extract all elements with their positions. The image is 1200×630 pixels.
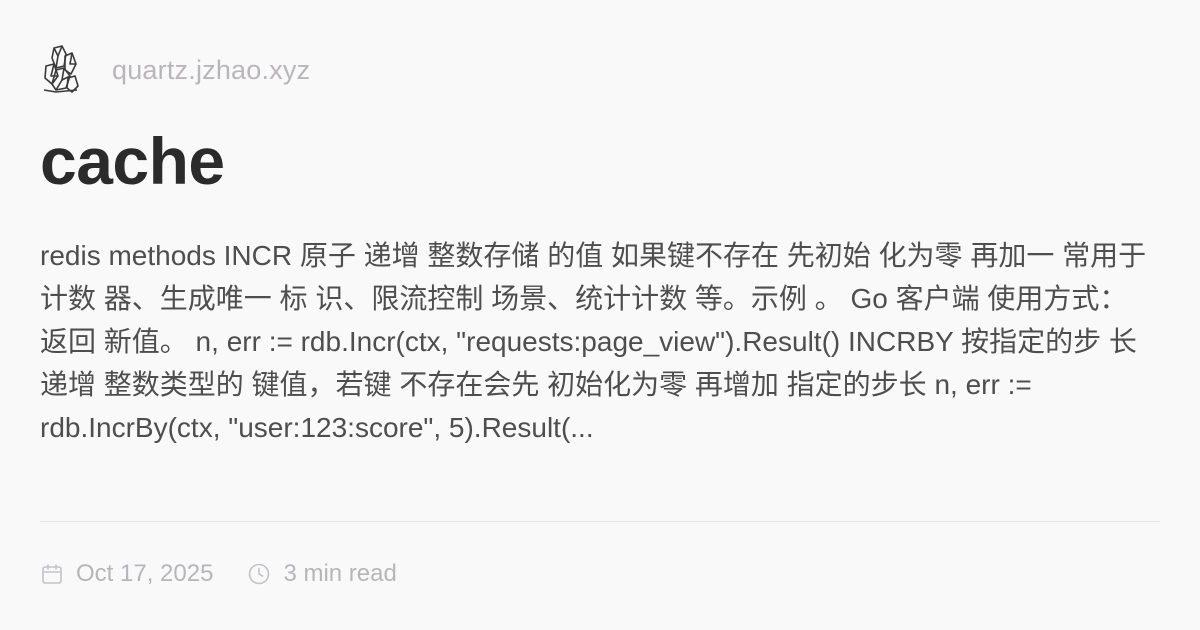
site-header: quartz.jzhao.xyz (40, 40, 310, 100)
published-date: Oct 17, 2025 (40, 560, 213, 588)
page-title: cache (40, 124, 225, 198)
site-domain[interactable]: quartz.jzhao.xyz (112, 55, 310, 86)
reading-time: 3 min read (247, 560, 397, 588)
clock-icon (247, 561, 273, 587)
reading-time-text: 3 min read (283, 560, 397, 587)
divider (40, 521, 1160, 522)
page-excerpt: redis methods INCR 原子 递增 整数存储 的值 如果键不存在 … (40, 240, 1147, 443)
page-meta: Oct 17, 2025 3 min read (40, 556, 397, 592)
crystal-logo-icon (40, 40, 98, 100)
calendar-icon (40, 561, 66, 587)
published-date-text: Oct 17, 2025 (76, 560, 214, 587)
og-card: quartz.jzhao.xyz cache redis methods INC… (40, 40, 1160, 600)
